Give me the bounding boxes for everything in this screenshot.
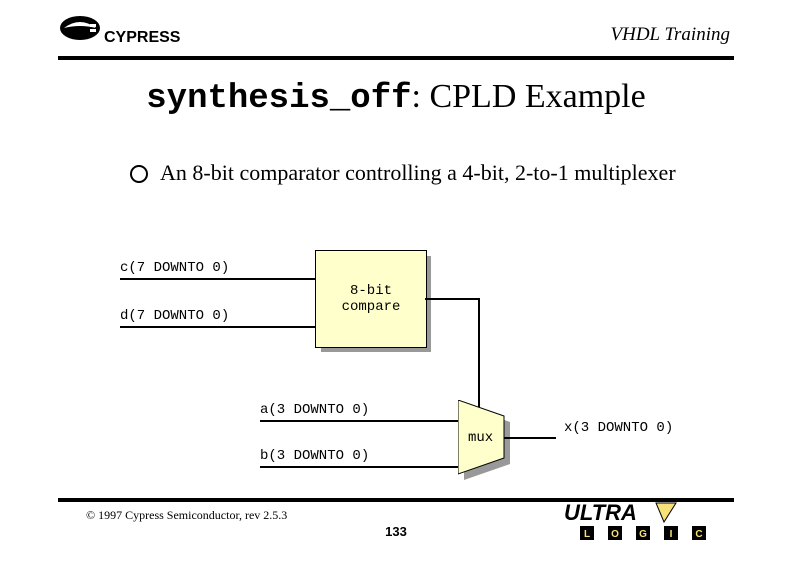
bullet-text: An 8-bit comparator controlling a 4-bit,… — [160, 160, 676, 186]
wire-d — [120, 326, 315, 328]
wire-x — [504, 437, 556, 439]
ultra-logic-logo: ULTRA L O G I C — [564, 500, 734, 545]
slide-title: synthesis_off: CPLD Example — [0, 78, 792, 118]
title-code: synthesis_off — [146, 80, 411, 118]
signal-x-label: x(3 DOWNTO 0) — [564, 420, 673, 436]
slide-header: CYPRESS VHDL Training — [50, 14, 742, 64]
wire-a — [260, 420, 460, 422]
compare-line2: compare — [342, 299, 401, 315]
wire-c — [120, 278, 315, 280]
header-subtitle: VHDL Training — [611, 24, 731, 46]
bullet-marker-icon — [130, 165, 148, 183]
svg-text:G: G — [639, 529, 647, 540]
bullet-item: An 8-bit comparator controlling a 4-bit,… — [130, 160, 682, 186]
compare-line1: 8-bit — [350, 283, 392, 299]
wire-compare-out-h — [425, 298, 480, 300]
signal-b-label: b(3 DOWNTO 0) — [260, 448, 369, 464]
mux-label: mux — [468, 430, 493, 446]
copyright-text: © 1997 Cypress Semiconductor, rev 2.5.3 — [86, 508, 287, 523]
signal-a-label: a(3 DOWNTO 0) — [260, 402, 369, 418]
compare-block: 8-bit compare — [315, 250, 427, 348]
svg-text:C: C — [695, 529, 702, 540]
svg-text:I: I — [670, 529, 673, 540]
svg-text:L: L — [584, 529, 590, 540]
svg-text:O: O — [611, 529, 619, 540]
wire-b — [260, 466, 460, 468]
signal-d-label: d(7 DOWNTO 0) — [120, 308, 229, 324]
cypress-logo: CYPRESS — [58, 14, 208, 57]
svg-text:ULTRA: ULTRA — [564, 500, 637, 525]
signal-c-label: c(7 DOWNTO 0) — [120, 260, 229, 276]
block-diagram: c(7 DOWNTO 0) d(7 DOWNTO 0) 8-bit compar… — [120, 230, 740, 490]
header-divider — [58, 56, 734, 60]
title-rest: : CPLD Example — [412, 78, 646, 115]
svg-text:CYPRESS: CYPRESS — [104, 29, 181, 46]
